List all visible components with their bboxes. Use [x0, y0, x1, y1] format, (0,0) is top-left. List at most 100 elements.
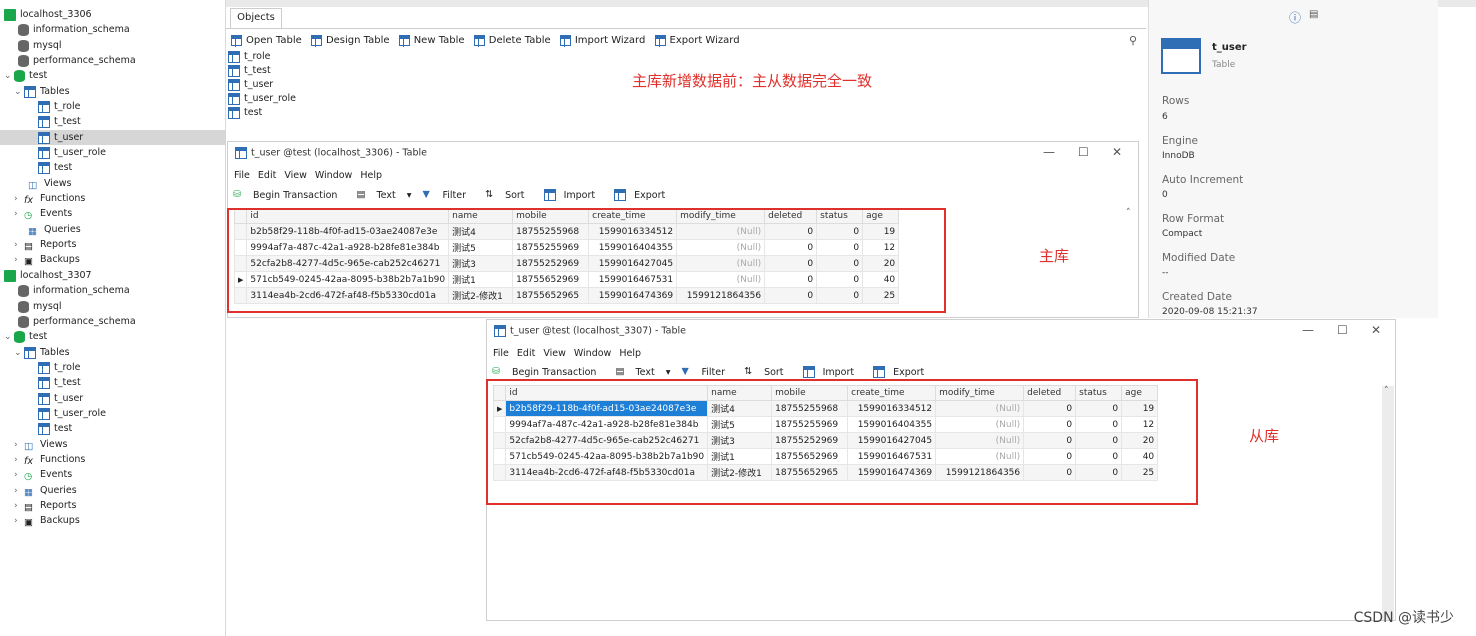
menu-help[interactable]: Help	[360, 170, 382, 181]
tree-connection-3306[interactable]: localhost_3306	[4, 7, 92, 22]
scroll-up-icon[interactable]: ˄	[1126, 208, 1131, 218]
tab-objects[interactable]: Objects	[230, 8, 282, 28]
chevron-right-icon[interactable]: ›	[14, 207, 24, 222]
scroll-up-icon[interactable]: ˄	[1384, 386, 1389, 396]
chevron-right-icon[interactable]: ›	[14, 499, 24, 514]
tree-table[interactable]: t_user_role	[38, 406, 106, 421]
object-item[interactable]: t_test	[228, 64, 296, 78]
tree-table[interactable]: test	[38, 421, 72, 436]
tree-db[interactable]: mysql	[18, 38, 62, 53]
import-button[interactable]: Import	[802, 366, 863, 378]
close-button[interactable]: ✕	[1371, 323, 1381, 337]
tree-backups[interactable]: › ▣ Backups	[14, 252, 80, 267]
chevron-right-icon[interactable]: ›	[14, 514, 24, 529]
tree-views[interactable]: › ◫ Views	[14, 437, 68, 452]
minimize-button[interactable]: —	[1302, 323, 1314, 337]
table-large-icon	[1161, 38, 1201, 74]
tree-table[interactable]: t_user_role	[38, 145, 106, 160]
begin-transaction-button[interactable]: ⛁ Begin Transaction	[233, 189, 345, 201]
sort-button[interactable]: ⇅ Sort	[485, 189, 532, 201]
tree-functions[interactable]: › fx Functions	[14, 191, 85, 206]
tree-table[interactable]: t_role	[38, 99, 80, 114]
chevron-right-icon[interactable]: ›	[14, 484, 24, 499]
sort-button[interactable]: ⇅ Sort	[744, 366, 791, 378]
export-button[interactable]: Export	[614, 189, 673, 201]
chevron-right-icon[interactable]: ›	[14, 238, 24, 253]
text-button[interactable]: ▤ Text ▾	[615, 366, 670, 378]
table-icon	[38, 407, 50, 420]
tree-events[interactable]: › ◷ Events	[14, 206, 72, 221]
tree-db-test[interactable]: ⌄ test	[4, 68, 47, 83]
import-wizard-button[interactable]: Import Wizard	[559, 33, 645, 49]
chevron-right-icon[interactable]: ›	[14, 453, 24, 468]
tree-reports[interactable]: › ▤ Reports	[14, 498, 76, 513]
export-wizard-button[interactable]: Export Wizard	[654, 33, 740, 49]
tree-label: t_test	[54, 116, 81, 127]
ddl-icon[interactable]: ▤	[1309, 9, 1318, 20]
tree-table[interactable]: test	[38, 160, 72, 175]
connection-tree: localhost_3306 information_schema mysql …	[0, 0, 226, 636]
maximize-button[interactable]: ☐	[1337, 323, 1348, 337]
chevron-down-icon[interactable]: ⌄	[4, 330, 14, 345]
chevron-down-icon[interactable]: ⌄	[14, 346, 24, 361]
tree-db-test[interactable]: ⌄ test	[4, 329, 47, 344]
tree-table[interactable]: t_test	[38, 114, 81, 129]
report-icon: ▤	[24, 501, 33, 513]
minimize-button[interactable]: —	[1043, 145, 1055, 159]
tree-functions[interactable]: › fx Functions	[14, 452, 85, 467]
import-button[interactable]: Import	[543, 189, 604, 201]
tree-db[interactable]: information_schema	[18, 22, 130, 37]
close-button[interactable]: ✕	[1112, 145, 1122, 159]
tree-queries[interactable]: › ▦ Queries	[14, 483, 77, 498]
tree-db[interactable]: information_schema	[18, 283, 130, 298]
menu-help[interactable]: Help	[619, 348, 641, 359]
menu-edit[interactable]: Edit	[258, 170, 276, 181]
tree-queries[interactable]: ▦ Queries	[28, 222, 81, 237]
object-item[interactable]: t_user	[228, 78, 296, 92]
tree-table[interactable]: t_user	[38, 391, 83, 406]
tree-views[interactable]: ◫ Views	[28, 176, 72, 191]
tree-reports[interactable]: › ▤ Reports	[14, 237, 76, 252]
delete-table-button[interactable]: Delete Table	[473, 33, 551, 49]
tree-table[interactable]: t_test	[38, 375, 81, 390]
chevron-right-icon[interactable]: ›	[14, 468, 24, 483]
tree-tables[interactable]: ⌄ Tables	[14, 345, 70, 360]
filter-button[interactable]: ▼ Filter	[682, 366, 734, 378]
chevron-down-icon[interactable]: ⌄	[14, 85, 24, 100]
vertical-scrollbar[interactable]	[1382, 386, 1394, 620]
tree-backups[interactable]: › ▣ Backups	[14, 513, 80, 528]
menu-view[interactable]: View	[543, 348, 566, 359]
begin-transaction-button[interactable]: ⛁ Begin Transaction	[492, 366, 604, 378]
tree-label: Events	[40, 469, 73, 480]
menu-view[interactable]: View	[284, 170, 307, 181]
menu-file[interactable]: File	[234, 170, 250, 181]
menu-window[interactable]: Window	[574, 348, 611, 359]
tree-tables[interactable]: ⌄ Tables	[14, 84, 70, 99]
search-icon[interactable]: ⚲	[1129, 34, 1137, 47]
object-item[interactable]: t_role	[228, 50, 296, 64]
export-button[interactable]: Export	[873, 366, 932, 378]
tree-events[interactable]: › ◷ Events	[14, 467, 72, 482]
tree-db[interactable]: performance_schema	[18, 53, 136, 68]
chevron-right-icon[interactable]: ›	[14, 253, 24, 268]
object-item[interactable]: t_user_role	[228, 92, 296, 106]
tree-db[interactable]: performance_schema	[18, 314, 136, 329]
open-table-button[interactable]: Open Table	[231, 33, 302, 49]
chevron-right-icon[interactable]: ›	[14, 438, 24, 453]
object-item[interactable]: test	[228, 106, 296, 120]
tree-table-selected[interactable]: t_user	[0, 130, 226, 145]
menu-file[interactable]: File	[493, 348, 509, 359]
info-icon[interactable]: ⓘ	[1289, 9, 1301, 26]
tree-db[interactable]: mysql	[18, 299, 62, 314]
tree-table[interactable]: t_role	[38, 360, 80, 375]
chevron-down-icon[interactable]: ⌄	[4, 69, 14, 84]
text-button[interactable]: ▤ Text ▾	[356, 189, 411, 201]
new-table-button[interactable]: New Table	[398, 33, 465, 49]
chevron-right-icon[interactable]: ›	[14, 192, 24, 207]
design-table-button[interactable]: Design Table	[310, 33, 390, 49]
filter-button[interactable]: ▼ Filter	[423, 189, 475, 201]
menu-window[interactable]: Window	[315, 170, 352, 181]
maximize-button[interactable]: ☐	[1078, 145, 1089, 159]
menu-edit[interactable]: Edit	[517, 348, 535, 359]
tree-connection-3307[interactable]: localhost_3307	[4, 268, 92, 283]
